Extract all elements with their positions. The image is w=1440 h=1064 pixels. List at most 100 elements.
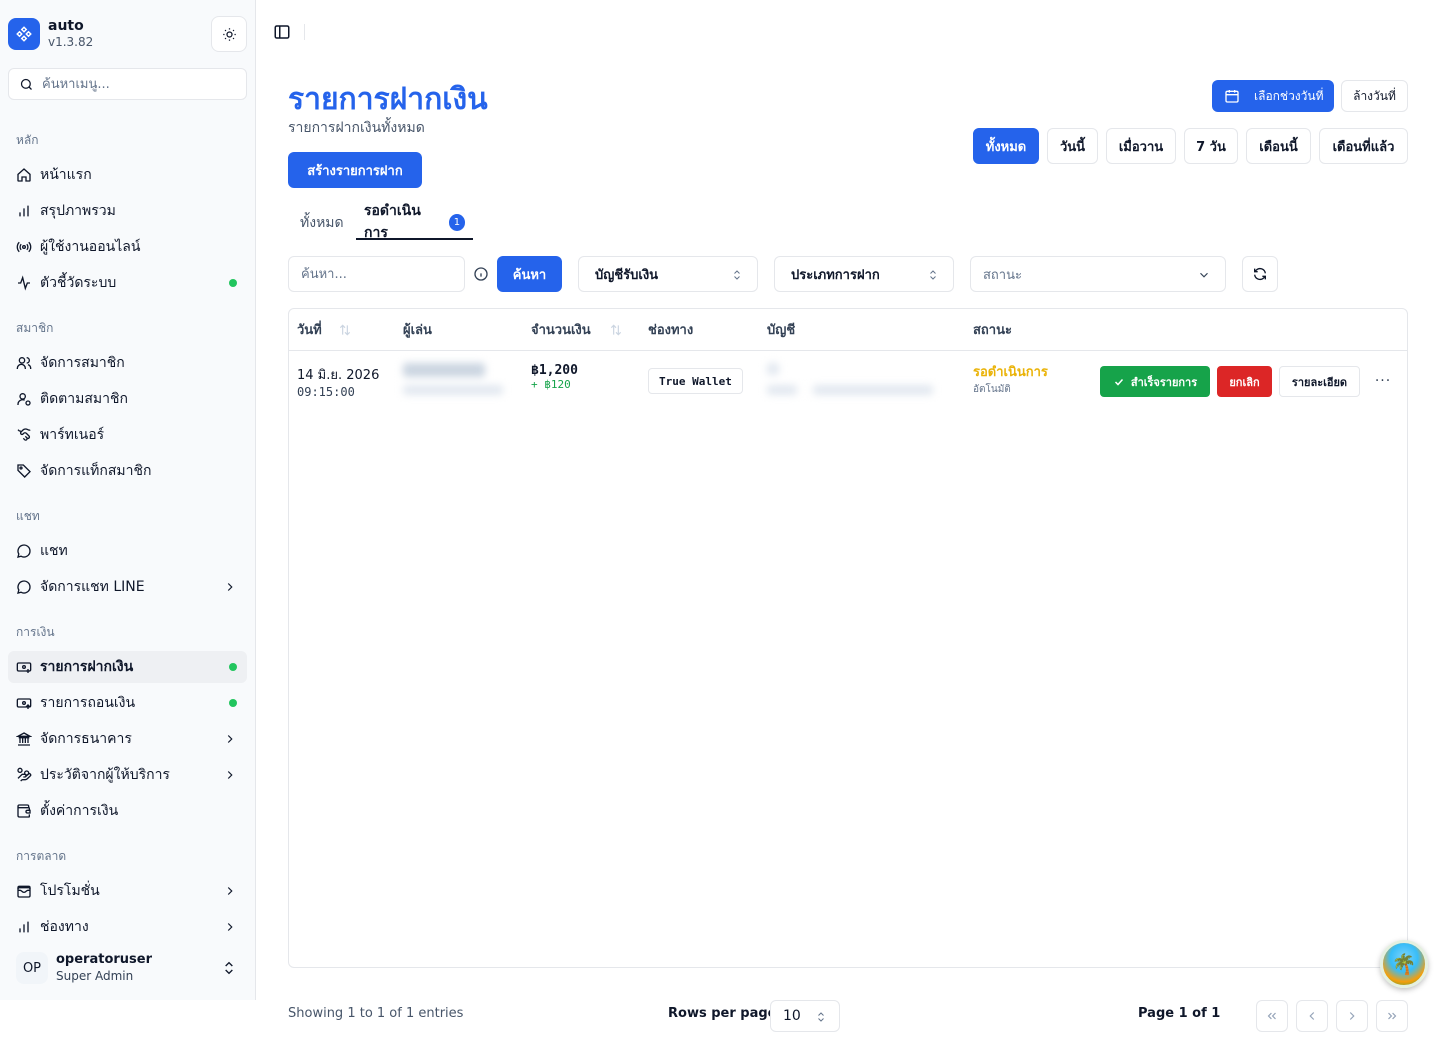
user-search-icon [16,391,32,407]
redacted-block [767,385,797,395]
sidebar-item-label: จัดการแท็กสมาชิก [40,463,152,479]
user-menu[interactable]: OP operatoruser Super Admin [8,947,247,989]
clear-date-button[interactable]: ล้างวันที่ [1341,80,1408,112]
sidebar-item-label: ช่องทาง [40,919,89,935]
chevrons-up-down-icon [930,270,936,280]
sidebar-item-provider-history[interactable]: ประวัติจากผู้ให้บริการ [8,759,247,791]
sidebar-item-label: ประวัติจากผู้ให้บริการ [40,767,170,783]
activity-icon [16,275,32,291]
sidebar-item-label: แชท [40,543,68,559]
range-all-button[interactable]: ทั้งหมด [973,128,1039,164]
column-header-date[interactable]: วันที่ [297,309,352,350]
tab-all[interactable]: ทั้งหมด [300,206,344,240]
range-today-button[interactable]: วันนี้ [1047,128,1098,164]
deposit-type-select[interactable]: ประเภทการฝาก [774,256,954,292]
banknote-out-icon [16,695,32,711]
chevron-right-icon [227,735,233,743]
date-cell: 14 มิ.ย. 2026 09:15:00 [297,364,379,399]
sidebar-item-metrics[interactable]: ตัวชี้วัดระบบ [8,267,247,299]
sidebar-item-withdrawals[interactable]: รายการถอนเงิน [8,687,247,719]
sidebar-item-follow-members[interactable]: ติดตามสมาชิก [8,383,247,415]
sidebar-item-partners[interactable]: พาร์ทเนอร์ [8,419,247,451]
sidebar-item-online-users[interactable]: ผู้ใช้งานออนไลน์ [8,231,247,263]
sidebar-item-channels[interactable]: ช่องทาง [8,911,247,943]
previous-page-button[interactable] [1296,1000,1328,1032]
next-page-button[interactable] [1336,1000,1368,1032]
handshake-icon [16,427,32,443]
channel-cell: True Wallet [648,368,743,394]
menu-search-input[interactable] [42,76,232,92]
floating-assistant-button[interactable]: 🌴 [1380,940,1428,988]
approve-button[interactable]: สำเร็จรายการ [1100,366,1210,397]
bar-chart-icon [16,919,32,935]
sidebar-item-label: รายการฝากเงิน [40,659,134,675]
group-label-chat: แชท [16,509,40,523]
search-input[interactable] [301,266,451,282]
sun-icon [222,27,236,41]
player-cell-redacted [403,359,503,395]
date-range-picker-button[interactable]: เลือกช่วงวันที่ [1212,80,1334,112]
refresh-button[interactable] [1242,256,1278,292]
redacted-block [767,363,779,375]
column-header-channel: ช่องทาง [648,323,694,338]
rows-per-page-value: 10 [783,1008,801,1024]
last-page-button[interactable] [1376,1000,1408,1032]
chevrons-up-down-icon [734,270,740,280]
status-select-placeholder: สถานะ [983,267,1022,283]
sidebar-item-home[interactable]: หน้าแรก [8,159,247,191]
cancel-button[interactable]: ยกเลิก [1217,366,1272,397]
home-icon [16,167,32,183]
rows-per-page-select[interactable]: 10 [770,1000,840,1032]
column-header-label: จำนวนเงิน [531,323,591,338]
group-label-finance: การเงิน [16,625,55,639]
sidebar-item-label: จัดการสมาชิก [40,355,125,371]
deposit-type-select-value: ประเภทการฝาก [791,267,880,283]
sidebar-item-chat[interactable]: แชท [8,535,247,567]
sidebar-item-label: จัดการธนาคาร [40,731,132,747]
menu-search[interactable] [8,68,247,100]
sort-icon [610,324,621,335]
page-subtitle: รายการฝากเงินทั้งหมด [288,120,425,136]
create-deposit-button[interactable]: สร้างรายการฝาก [288,152,422,188]
account-select[interactable]: บัญชีรับเงิน [578,256,758,292]
approve-label: สำเร็จรายการ [1130,375,1198,389]
search-button[interactable]: ค้นหา [497,256,562,292]
chevron-left-icon [1309,1012,1315,1020]
sidebar-item-manage-members[interactable]: จัดการสมาชิก [8,347,247,379]
first-page-button[interactable] [1256,1000,1288,1032]
status-select[interactable]: สถานะ [970,256,1226,292]
users-icon [16,355,32,371]
detail-button[interactable]: รายละเอียด [1279,366,1360,397]
sidebar-item-line-chat[interactable]: จัดการแชท LINE [8,571,247,603]
info-icon[interactable] [473,266,489,282]
sidebar-item-banks[interactable]: จัดการธนาคาร [8,723,247,755]
sidebar-item-label: พาร์ทเนอร์ [40,427,105,443]
search-icon [20,78,32,90]
sidebar-toggle-button[interactable] [272,22,292,42]
account-select-value: บัญชีรับเงิน [595,267,659,283]
status-cell: รอดำเนินการ อัตโนมัติ [973,361,1048,397]
refresh-icon [1254,267,1266,281]
more-actions-button[interactable]: ··· [1372,371,1394,391]
sidebar-item-label: หน้าแรก [40,167,92,183]
sidebar-item-promotions[interactable]: โปรโมชั่น [8,875,247,907]
status-dot [229,279,237,287]
column-header-player: ผู้เล่น [403,323,432,338]
theme-toggle-button[interactable] [211,16,247,52]
range-yesterday-button[interactable]: เมื่อวาน [1106,128,1176,164]
range-this-month-button[interactable]: เดือนนี้ [1246,128,1311,164]
sidebar-item-label: ติดตามสมาชิก [40,391,128,407]
range-last-month-button[interactable]: เดือนที่แล้ว [1319,128,1408,164]
sidebar-item-deposits[interactable]: รายการฝากเงิน [8,651,247,683]
group-label-main: หลัก [16,133,39,147]
range-7days-button[interactable]: 7 วัน [1184,128,1238,164]
sidebar-item-finance-settings[interactable]: ตั้งค่าการเงิน [8,795,247,827]
brand-name: auto [48,18,84,34]
sidebar-item-member-tags[interactable]: จัดการแท็กสมาชิก [8,455,247,487]
column-header-amount[interactable]: จำนวนเงิน [531,309,623,350]
tab-pending[interactable]: รอดำเนินการ 1 [356,203,473,241]
search-field[interactable] [288,256,465,292]
sidebar-item-overview[interactable]: สรุปภาพรวม [8,195,247,227]
chevron-right-icon [227,923,233,931]
date-value: 14 มิ.ย. 2026 [297,368,380,383]
